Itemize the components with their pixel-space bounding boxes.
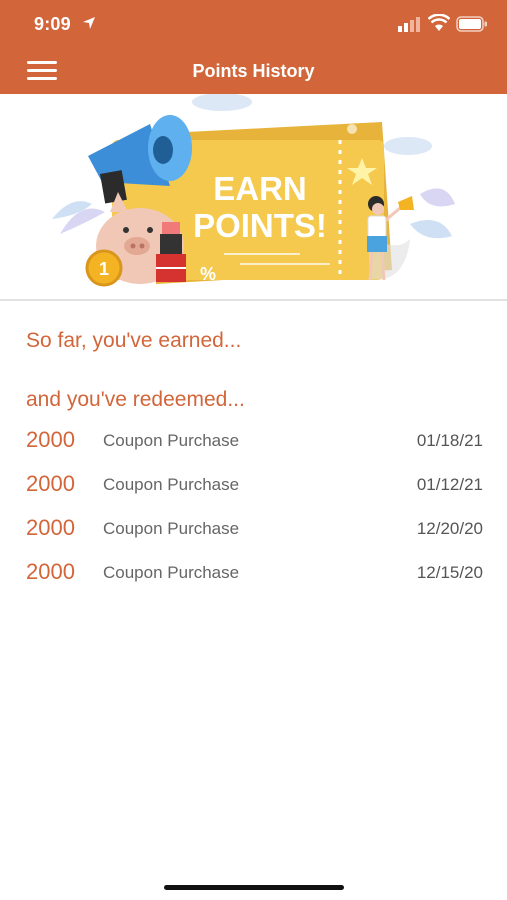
app-header: 9:09 Points History (0, 0, 507, 94)
redemption-description: Coupon Purchase (103, 475, 240, 494)
redeemed-heading: and you've redeemed... (26, 388, 245, 411)
redemption-row[interactable]: 2000 Coupon Purchase 12/20/20 (26, 515, 483, 545)
redemption-row[interactable]: 2000 Coupon Purchase 01/18/21 (26, 427, 483, 457)
signal-icon (398, 17, 420, 32)
redemption-points: 2000 (26, 559, 75, 584)
redemption-date: 12/20/20 (416, 519, 483, 538)
home-indicator[interactable] (164, 885, 344, 890)
woman-illustration (367, 196, 414, 281)
redemption-description: Coupon Purchase (103, 563, 240, 582)
redemption-description: Coupon Purchase (103, 519, 240, 538)
divider (0, 299, 507, 301)
redemption-date: 01/12/21 (416, 475, 483, 494)
redemption-date: 01/18/21 (416, 431, 483, 450)
percent-tag: % (200, 264, 216, 284)
earn-points-banner: EARN POINTS! 1 % (52, 94, 455, 287)
redemption-row[interactable]: 2000 Coupon Purchase 12/15/20 (26, 559, 483, 589)
redemption-points: 2000 (26, 471, 75, 496)
earned-heading: So far, you've earned... (26, 329, 242, 352)
redemption-date: 12/15/20 (416, 563, 483, 582)
wifi-icon (428, 14, 450, 31)
redemption-points: 2000 (26, 427, 75, 452)
status-time: 9:09 (34, 14, 71, 34)
page-title: Points History (192, 61, 315, 81)
redemption-points: 2000 (26, 515, 75, 540)
redemption-description: Coupon Purchase (103, 431, 240, 450)
coin-icon: 1 (85, 249, 123, 287)
battery-icon (456, 16, 487, 32)
coin-label: 1 (99, 259, 109, 279)
redemption-row[interactable]: 2000 Coupon Purchase 01/12/21 (26, 471, 483, 501)
status-bar: 9:09 (0, 0, 507, 50)
banner-line-points: POINTS! (193, 207, 327, 244)
banner-line-earn: EARN (213, 170, 307, 207)
location-arrow-icon (83, 17, 95, 29)
